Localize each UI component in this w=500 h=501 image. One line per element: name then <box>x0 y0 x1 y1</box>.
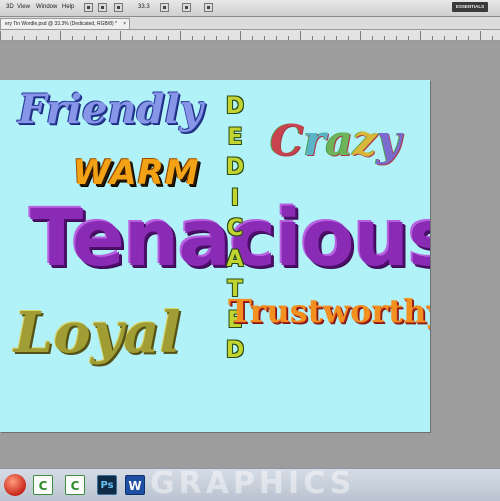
dedicated-letter: C <box>226 216 244 241</box>
screen-mode-icon[interactable] <box>182 3 191 12</box>
start-button[interactable] <box>4 474 26 496</box>
zoom-level[interactable]: 33.3 <box>138 4 150 10</box>
launch-minibridge-icon[interactable] <box>98 3 107 12</box>
camtasia-studio-icon[interactable]: C <box>65 475 85 495</box>
launch-bridge-icon[interactable] <box>84 3 93 12</box>
word-trustworthy: Trustworthy <box>228 292 430 330</box>
dedicated-letter: D <box>225 338 245 363</box>
menu-3d[interactable]: 3D <box>6 4 14 10</box>
crazy-letter: C <box>270 116 304 165</box>
document-canvas[interactable]: Friendly WARM Crazy Tenacious D E D I C … <box>0 80 430 432</box>
workspace-icon[interactable] <box>204 3 213 12</box>
document-tab[interactable]: ery Tin Wordle.psd @ 33.3% (Dedicated, R… <box>0 18 130 29</box>
word-icon[interactable]: W <box>125 475 145 495</box>
menu-view[interactable]: View <box>17 4 30 10</box>
dedicated-letter: E <box>227 124 243 150</box>
extras-icon[interactable] <box>114 3 123 12</box>
word-warm: WARM <box>73 153 200 193</box>
arrange-documents-icon[interactable] <box>160 3 169 12</box>
close-tab-icon[interactable]: × <box>123 19 126 30</box>
crazy-letter: a <box>325 116 353 165</box>
menu-window[interactable]: Window <box>36 4 57 10</box>
horizontal-ruler <box>0 30 500 41</box>
dedicated-letter: I <box>230 185 240 211</box>
word-friendly: Friendly <box>18 86 203 133</box>
dedicated-letter: A <box>226 246 244 272</box>
crazy-letter: z <box>352 116 377 165</box>
word-loyal: Loyal <box>14 300 181 366</box>
crazy-letter: y <box>376 116 402 165</box>
menu-help[interactable]: Help <box>62 4 74 10</box>
document-tab-title: ery Tin Wordle.psd @ 33.3% (Dedicated, R… <box>5 21 117 27</box>
camtasia-recorder-icon[interactable]: C <box>33 475 53 495</box>
dedicated-letter: D <box>225 155 245 180</box>
menu-bar: 3D View Window Help 33.3 ESSENTIALS <box>0 0 500 17</box>
workspace-switcher[interactable]: ESSENTIALS <box>452 2 488 12</box>
photoshop-icon[interactable]: Ps <box>97 475 117 495</box>
crazy-letter: r <box>303 116 326 165</box>
word-crazy: Crazy <box>270 120 401 162</box>
dedicated-letter: D <box>225 94 245 119</box>
watermark: GRAPHICS <box>150 466 356 501</box>
